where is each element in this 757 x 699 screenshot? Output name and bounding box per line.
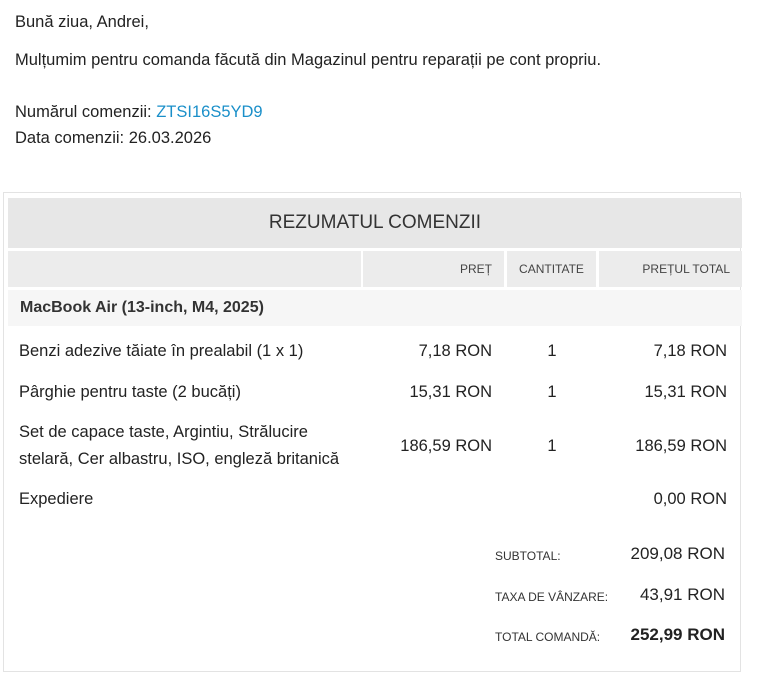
shipping-label: Expediere (19, 490, 94, 508)
summary-title: REZUMATUL COMENZII (8, 198, 742, 248)
item-name: Pârghie pentru taste (2 bucăți) (19, 383, 241, 401)
tax-label: TAXA DE VÂNZARE: (495, 590, 609, 604)
item-name-line1: Set de capace taste, Argintiu, Strălucir… (19, 423, 308, 441)
header-product-cell (8, 251, 361, 287)
item-price: 15,31 RON (409, 383, 492, 401)
item-price: 7,18 RON (418, 342, 492, 360)
header-total: PREȚUL TOTAL (599, 251, 742, 287)
item-name: Benzi adezive tăiate în prealabil (1 x 1… (19, 342, 304, 360)
grand-total-value: 252,99 RON (630, 625, 726, 644)
greeting: Bună ziua, Andrei, (15, 13, 149, 31)
order-date-line: Data comenzii: 26.03.2026 (15, 127, 211, 149)
subtotal-label: SUBTOTAL: (495, 549, 561, 563)
item-name-line2: stelară, Cer albastru, ISO, engleză brit… (19, 450, 340, 468)
shipping-total: 0,00 RON (653, 490, 727, 508)
order-number-line: Numărul comenzii: ZTSI16S5YD9 (15, 101, 263, 123)
item-total: 7,18 RON (653, 342, 727, 360)
grand-total-label: TOTAL COMANDĂ: (495, 630, 601, 644)
order-number-label: Numărul comenzii: (15, 103, 152, 121)
order-number-link[interactable]: ZTSI16S5YD9 (156, 103, 262, 121)
order-date-value: 26.03.2026 (128, 129, 212, 147)
header-price: PREȚ (363, 251, 504, 287)
subtotal-value: 209,08 RON (630, 544, 726, 563)
order-summary-panel: REZUMATUL COMENZII PREȚ CANTITATE PREȚUL… (3, 192, 742, 672)
item-total: 186,59 RON (635, 437, 727, 455)
tax-value: 43,91 RON (639, 585, 725, 604)
product-group-title: MacBook Air (13-inch, M4, 2025) (8, 290, 742, 326)
item-price: 186,59 RON (400, 437, 492, 455)
header-quantity: CANTITATE (507, 251, 596, 287)
order-date-label: Data comenzii: (15, 129, 125, 147)
item-total: 15,31 RON (644, 383, 727, 401)
thanks-message: Mulțumim pentru comanda făcută din Magaz… (15, 51, 602, 69)
